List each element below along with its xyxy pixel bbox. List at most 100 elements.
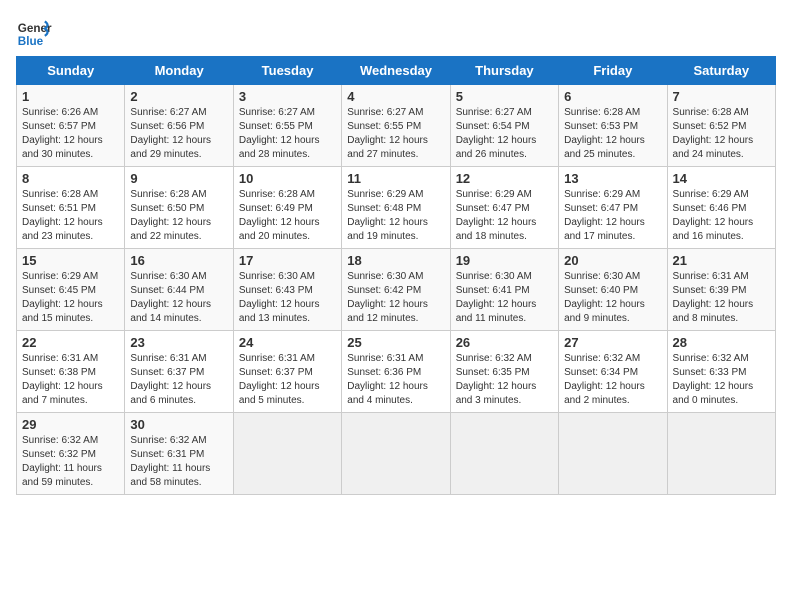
day-cell: 11 Sunrise: 6:29 AMSunset: 6:48 PMDaylig… (342, 167, 450, 249)
day-detail: Sunrise: 6:26 AMSunset: 6:57 PMDaylight:… (22, 107, 103, 160)
day-detail: Sunrise: 6:29 AMSunset: 6:48 PMDaylight:… (347, 189, 428, 242)
col-header-thursday: Thursday (450, 57, 558, 85)
day-cell: 5 Sunrise: 6:27 AMSunset: 6:54 PMDayligh… (450, 85, 558, 167)
day-detail: Sunrise: 6:30 AMSunset: 6:40 PMDaylight:… (564, 271, 645, 324)
day-cell: 28 Sunrise: 6:32 AMSunset: 6:33 PMDaylig… (667, 331, 775, 413)
day-cell: 30 Sunrise: 6:32 AMSunset: 6:31 PMDaylig… (125, 413, 233, 495)
day-number: 10 (239, 171, 336, 186)
day-detail: Sunrise: 6:28 AMSunset: 6:49 PMDaylight:… (239, 189, 320, 242)
day-cell: 18 Sunrise: 6:30 AMSunset: 6:42 PMDaylig… (342, 249, 450, 331)
week-row-5: 29 Sunrise: 6:32 AMSunset: 6:32 PMDaylig… (17, 413, 776, 495)
day-detail: Sunrise: 6:29 AMSunset: 6:47 PMDaylight:… (564, 189, 645, 242)
day-detail: Sunrise: 6:32 AMSunset: 6:32 PMDaylight:… (22, 435, 102, 488)
day-cell (450, 413, 558, 495)
day-detail: Sunrise: 6:31 AMSunset: 6:38 PMDaylight:… (22, 353, 103, 406)
col-header-saturday: Saturday (667, 57, 775, 85)
day-detail: Sunrise: 6:28 AMSunset: 6:53 PMDaylight:… (564, 107, 645, 160)
day-detail: Sunrise: 6:29 AMSunset: 6:47 PMDaylight:… (456, 189, 537, 242)
day-cell: 16 Sunrise: 6:30 AMSunset: 6:44 PMDaylig… (125, 249, 233, 331)
day-number: 3 (239, 89, 336, 104)
logo: General Blue (16, 16, 52, 52)
logo-icon: General Blue (16, 16, 52, 52)
day-cell (667, 413, 775, 495)
day-detail: Sunrise: 6:28 AMSunset: 6:50 PMDaylight:… (130, 189, 211, 242)
day-detail: Sunrise: 6:32 AMSunset: 6:34 PMDaylight:… (564, 353, 645, 406)
day-cell: 19 Sunrise: 6:30 AMSunset: 6:41 PMDaylig… (450, 249, 558, 331)
page-header: General Blue (16, 16, 776, 52)
day-detail: Sunrise: 6:31 AMSunset: 6:39 PMDaylight:… (673, 271, 754, 324)
day-number: 14 (673, 171, 770, 186)
day-cell: 15 Sunrise: 6:29 AMSunset: 6:45 PMDaylig… (17, 249, 125, 331)
day-cell: 24 Sunrise: 6:31 AMSunset: 6:37 PMDaylig… (233, 331, 341, 413)
day-detail: Sunrise: 6:27 AMSunset: 6:55 PMDaylight:… (347, 107, 428, 160)
day-detail: Sunrise: 6:28 AMSunset: 6:51 PMDaylight:… (22, 189, 103, 242)
col-header-wednesday: Wednesday (342, 57, 450, 85)
day-cell: 8 Sunrise: 6:28 AMSunset: 6:51 PMDayligh… (17, 167, 125, 249)
day-cell (559, 413, 667, 495)
day-detail: Sunrise: 6:29 AMSunset: 6:45 PMDaylight:… (22, 271, 103, 324)
day-number: 5 (456, 89, 553, 104)
day-number: 28 (673, 335, 770, 350)
col-header-monday: Monday (125, 57, 233, 85)
week-row-2: 8 Sunrise: 6:28 AMSunset: 6:51 PMDayligh… (17, 167, 776, 249)
day-number: 9 (130, 171, 227, 186)
svg-text:Blue: Blue (18, 35, 44, 48)
day-number: 24 (239, 335, 336, 350)
day-number: 7 (673, 89, 770, 104)
day-number: 23 (130, 335, 227, 350)
day-number: 22 (22, 335, 119, 350)
day-number: 26 (456, 335, 553, 350)
day-detail: Sunrise: 6:28 AMSunset: 6:52 PMDaylight:… (673, 107, 754, 160)
col-header-sunday: Sunday (17, 57, 125, 85)
day-cell: 10 Sunrise: 6:28 AMSunset: 6:49 PMDaylig… (233, 167, 341, 249)
day-detail: Sunrise: 6:31 AMSunset: 6:37 PMDaylight:… (239, 353, 320, 406)
day-cell: 21 Sunrise: 6:31 AMSunset: 6:39 PMDaylig… (667, 249, 775, 331)
day-cell: 3 Sunrise: 6:27 AMSunset: 6:55 PMDayligh… (233, 85, 341, 167)
day-number: 8 (22, 171, 119, 186)
day-cell: 2 Sunrise: 6:27 AMSunset: 6:56 PMDayligh… (125, 85, 233, 167)
day-number: 30 (130, 417, 227, 432)
day-number: 13 (564, 171, 661, 186)
day-detail: Sunrise: 6:30 AMSunset: 6:41 PMDaylight:… (456, 271, 537, 324)
day-cell: 22 Sunrise: 6:31 AMSunset: 6:38 PMDaylig… (17, 331, 125, 413)
day-detail: Sunrise: 6:29 AMSunset: 6:46 PMDaylight:… (673, 189, 754, 242)
day-cell: 23 Sunrise: 6:31 AMSunset: 6:37 PMDaylig… (125, 331, 233, 413)
day-detail: Sunrise: 6:31 AMSunset: 6:36 PMDaylight:… (347, 353, 428, 406)
week-row-3: 15 Sunrise: 6:29 AMSunset: 6:45 PMDaylig… (17, 249, 776, 331)
day-number: 19 (456, 253, 553, 268)
day-cell: 6 Sunrise: 6:28 AMSunset: 6:53 PMDayligh… (559, 85, 667, 167)
day-detail: Sunrise: 6:31 AMSunset: 6:37 PMDaylight:… (130, 353, 211, 406)
col-header-tuesday: Tuesday (233, 57, 341, 85)
day-cell: 12 Sunrise: 6:29 AMSunset: 6:47 PMDaylig… (450, 167, 558, 249)
day-cell: 25 Sunrise: 6:31 AMSunset: 6:36 PMDaylig… (342, 331, 450, 413)
day-cell (342, 413, 450, 495)
week-row-4: 22 Sunrise: 6:31 AMSunset: 6:38 PMDaylig… (17, 331, 776, 413)
col-header-friday: Friday (559, 57, 667, 85)
week-row-1: 1 Sunrise: 6:26 AMSunset: 6:57 PMDayligh… (17, 85, 776, 167)
day-detail: Sunrise: 6:32 AMSunset: 6:31 PMDaylight:… (130, 435, 210, 488)
day-detail: Sunrise: 6:30 AMSunset: 6:43 PMDaylight:… (239, 271, 320, 324)
day-number: 17 (239, 253, 336, 268)
day-detail: Sunrise: 6:27 AMSunset: 6:55 PMDaylight:… (239, 107, 320, 160)
day-number: 16 (130, 253, 227, 268)
calendar-table: SundayMondayTuesdayWednesdayThursdayFrid… (16, 56, 776, 495)
day-number: 6 (564, 89, 661, 104)
day-detail: Sunrise: 6:32 AMSunset: 6:35 PMDaylight:… (456, 353, 537, 406)
day-cell: 17 Sunrise: 6:30 AMSunset: 6:43 PMDaylig… (233, 249, 341, 331)
day-number: 25 (347, 335, 444, 350)
day-cell: 4 Sunrise: 6:27 AMSunset: 6:55 PMDayligh… (342, 85, 450, 167)
day-cell: 29 Sunrise: 6:32 AMSunset: 6:32 PMDaylig… (17, 413, 125, 495)
day-cell: 14 Sunrise: 6:29 AMSunset: 6:46 PMDaylig… (667, 167, 775, 249)
day-cell: 26 Sunrise: 6:32 AMSunset: 6:35 PMDaylig… (450, 331, 558, 413)
day-number: 27 (564, 335, 661, 350)
day-number: 1 (22, 89, 119, 104)
day-detail: Sunrise: 6:27 AMSunset: 6:56 PMDaylight:… (130, 107, 211, 160)
day-number: 2 (130, 89, 227, 104)
day-cell: 13 Sunrise: 6:29 AMSunset: 6:47 PMDaylig… (559, 167, 667, 249)
day-number: 12 (456, 171, 553, 186)
day-number: 21 (673, 253, 770, 268)
day-cell: 1 Sunrise: 6:26 AMSunset: 6:57 PMDayligh… (17, 85, 125, 167)
day-number: 18 (347, 253, 444, 268)
day-cell: 9 Sunrise: 6:28 AMSunset: 6:50 PMDayligh… (125, 167, 233, 249)
day-detail: Sunrise: 6:32 AMSunset: 6:33 PMDaylight:… (673, 353, 754, 406)
